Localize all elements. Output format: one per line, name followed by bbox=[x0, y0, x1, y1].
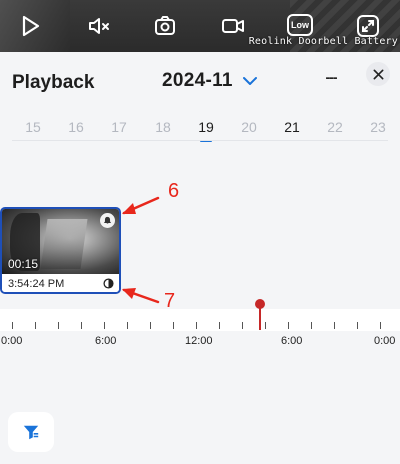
record-icon bbox=[222, 19, 244, 33]
arrow-6 bbox=[122, 196, 160, 215]
timeline-tick bbox=[357, 322, 358, 329]
clip-start-time: 3:54:24 PM bbox=[8, 278, 65, 290]
fullscreen-icon bbox=[357, 15, 379, 37]
clip-footer: 3:54:24 PM bbox=[2, 274, 119, 292]
timeline-tick bbox=[173, 322, 174, 329]
timeline-label-6pm: 6:00 bbox=[281, 335, 303, 347]
video-preview-strip: Low Reolink Doorbell Battery bbox=[0, 0, 400, 52]
timeline-tick bbox=[380, 322, 381, 329]
timeline-tick bbox=[288, 322, 289, 329]
day-19-label: 19 bbox=[198, 119, 214, 135]
clip-thumbnail: 00:15 bbox=[2, 209, 119, 274]
day-divider bbox=[12, 140, 388, 141]
camera-watermark: Reolink Doorbell Battery bbox=[248, 36, 398, 47]
timeline-track[interactable] bbox=[0, 309, 400, 331]
timeline-label-start: 0:00 bbox=[1, 335, 23, 347]
timeline-tick bbox=[127, 322, 128, 329]
day-17[interactable]: 17 bbox=[104, 119, 134, 135]
timeline-tick bbox=[219, 322, 220, 329]
snapshot-button[interactable] bbox=[151, 12, 179, 40]
day-21[interactable]: 21 bbox=[277, 119, 307, 135]
timeline-playhead-handle[interactable] bbox=[255, 299, 265, 309]
day-22[interactable]: 22 bbox=[320, 119, 350, 135]
timeline-label-6am: 6:00 bbox=[95, 335, 117, 347]
thumbnail-corridor bbox=[40, 219, 88, 269]
day-16[interactable]: 16 bbox=[61, 119, 91, 135]
record-button[interactable] bbox=[219, 12, 247, 40]
page-title: Playback bbox=[12, 72, 95, 93]
more-button[interactable]: --- bbox=[318, 66, 344, 88]
timeline-label-noon: 12:00 bbox=[185, 335, 213, 347]
timeline-tick bbox=[311, 322, 312, 329]
timeline-tick bbox=[150, 322, 151, 329]
month-label: 2024-11 bbox=[162, 70, 233, 91]
timeline-tick bbox=[58, 322, 59, 329]
timeline-tick bbox=[104, 322, 105, 329]
annotation-6: 6 bbox=[168, 180, 180, 202]
month-selector[interactable]: 2024-11 bbox=[162, 70, 257, 92]
day-18[interactable]: 18 bbox=[148, 119, 178, 135]
timeline-tick bbox=[35, 322, 36, 329]
mute-button[interactable] bbox=[85, 12, 113, 40]
mute-icon bbox=[89, 18, 109, 34]
close-icon bbox=[373, 69, 383, 79]
play-icon bbox=[22, 15, 40, 37]
close-button[interactable] bbox=[366, 62, 390, 86]
bell-icon bbox=[100, 213, 115, 228]
timeline-tick bbox=[334, 322, 335, 329]
snapshot-icon bbox=[155, 16, 175, 35]
day-19[interactable]: 19 bbox=[191, 119, 221, 142]
timeline-tick bbox=[265, 322, 266, 329]
chevron-down-icon bbox=[242, 77, 257, 85]
recording-clip-card[interactable]: 00:15 3:54:24 PM bbox=[0, 207, 121, 294]
timeline-tick bbox=[196, 322, 197, 329]
timeline-tick bbox=[81, 322, 82, 329]
timeline-tick bbox=[242, 322, 243, 329]
filter-icon bbox=[23, 425, 39, 440]
timeline-label-end: 0:00 bbox=[374, 335, 396, 347]
clip-duration: 00:15 bbox=[8, 257, 39, 271]
day-selector: 15 16 17 18 19 20 21 22 23 bbox=[0, 116, 400, 142]
day-20[interactable]: 20 bbox=[234, 119, 264, 135]
playback-header: Playback 2024-11 --- bbox=[0, 52, 400, 112]
arrow-7 bbox=[122, 288, 160, 304]
quality-low-button[interactable]: Low bbox=[287, 14, 313, 36]
play-button[interactable] bbox=[16, 12, 44, 40]
half-circle-icon bbox=[103, 278, 114, 289]
day-15[interactable]: 15 bbox=[18, 119, 48, 135]
timeline-tick bbox=[12, 322, 13, 329]
filter-button[interactable] bbox=[8, 412, 54, 452]
low-quality-icon: Low bbox=[291, 20, 309, 30]
day-23[interactable]: 23 bbox=[363, 119, 393, 135]
